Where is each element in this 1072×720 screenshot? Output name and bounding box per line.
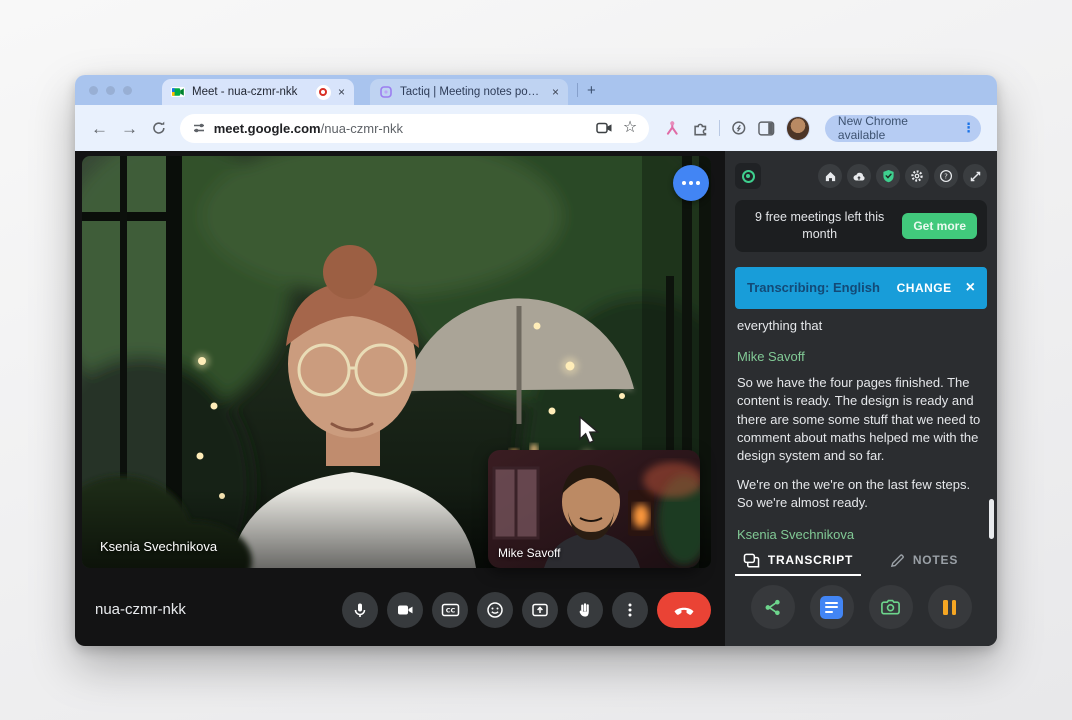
resize-panel-icon[interactable]	[963, 164, 987, 188]
toolbar-divider	[719, 120, 720, 136]
svg-text:?: ?	[944, 173, 948, 181]
transcript-text: We're on the we're on the last few steps…	[737, 476, 985, 513]
browser-toolbar: ← → meet.google.com/nua-czmr-nkk ☆ Ne	[75, 105, 997, 151]
transcript-text: everything that	[737, 317, 985, 335]
transcribing-banner: Transcribing: English CHANGE ×	[735, 267, 987, 309]
recording-indicator-icon	[316, 85, 331, 100]
transcript-speaker: Ksenia Svechnikova	[737, 526, 985, 544]
chat-bubble-button[interactable]	[673, 165, 709, 201]
bookmark-star-icon[interactable]: ☆	[623, 120, 637, 136]
tactiq-sidebar: ? 9 free meetings left this month Get mo…	[725, 151, 997, 646]
self-view-tile[interactable]: Mike Savoff	[488, 450, 700, 568]
get-more-button[interactable]: Get more	[902, 213, 977, 239]
close-banner-icon[interactable]: ×	[966, 280, 975, 296]
transcript-text: So we have the four pages finished. The …	[737, 374, 985, 466]
menu-kebab-icon[interactable]: ⋮	[962, 120, 975, 136]
site-settings-icon[interactable]	[192, 121, 206, 135]
desktop: Meet - nua-czmr-nkk × Tactiq | Meeting n…	[0, 0, 1072, 720]
screenshot-button[interactable]	[869, 585, 913, 629]
tab-transcript-label: TRANSCRIPT	[768, 553, 853, 567]
quota-message: 9 free meetings left this month	[745, 209, 894, 243]
tab-strip: Meet - nua-czmr-nkk × Tactiq | Meeting n…	[75, 75, 997, 105]
export-doc-button[interactable]	[810, 585, 854, 629]
google-meet-icon	[171, 85, 185, 99]
tab-close-icon[interactable]: ×	[552, 85, 559, 99]
reload-icon[interactable]	[151, 120, 167, 136]
help-icon[interactable]: ?	[934, 164, 958, 188]
microphone-button[interactable]	[342, 592, 378, 628]
close-window-icon[interactable]	[89, 86, 98, 95]
self-name-label: Mike Savoff	[498, 546, 560, 560]
mouse-cursor	[578, 416, 604, 446]
minimize-window-icon[interactable]	[106, 86, 115, 95]
back-icon[interactable]: ←	[91, 120, 108, 137]
change-language-button[interactable]: CHANGE	[897, 281, 952, 295]
url-bar[interactable]: meet.google.com/nua-czmr-nkk ☆	[180, 114, 650, 143]
meeting-code: nua-czmr-nkk	[95, 601, 186, 618]
performance-icon[interactable]	[731, 120, 747, 136]
captions-button[interactable]: CC	[432, 592, 468, 628]
tactiq-logo-icon	[735, 163, 761, 189]
transcribing-label: Transcribing: English	[747, 280, 880, 295]
tab-title: Meet - nua-czmr-nkk	[192, 86, 309, 98]
tactiq-header: ?	[735, 161, 987, 191]
sidebar-scrollbar[interactable]	[989, 499, 994, 539]
side-panel-icon[interactable]	[758, 121, 775, 136]
extensions-area: New Chrome available ⋮	[664, 115, 981, 142]
sidebar-actions	[735, 576, 987, 638]
tab-title: Tactiq | Meeting notes power	[400, 86, 545, 98]
tab-tactiq[interactable]: Tactiq | Meeting notes power ×	[370, 79, 568, 105]
tab-divider	[577, 83, 578, 97]
pause-recording-button[interactable]	[928, 585, 972, 629]
tab-meet[interactable]: Meet - nua-czmr-nkk ×	[162, 79, 354, 105]
cloud-sync-icon[interactable]	[847, 164, 871, 188]
more-options-button[interactable]	[612, 592, 648, 628]
privacy-shield-icon[interactable]	[876, 164, 900, 188]
chrome-update-button[interactable]: New Chrome available ⋮	[825, 115, 981, 142]
sidebar-tabs: TRANSCRIPT NOTES	[735, 546, 987, 576]
tab-transcript[interactable]: TRANSCRIPT	[735, 546, 861, 576]
new-tab-button[interactable]: +	[587, 82, 596, 99]
quota-banner: 9 free meetings left this month Get more	[735, 200, 987, 252]
zoom-window-icon[interactable]	[123, 86, 132, 95]
home-icon[interactable]	[818, 164, 842, 188]
url-text[interactable]: meet.google.com/nua-czmr-nkk	[214, 121, 403, 136]
present-screen-button[interactable]	[522, 592, 558, 628]
transcript-speaker: Mike Savoff	[737, 348, 985, 366]
end-call-button[interactable]	[657, 592, 711, 628]
tactiq-tab-icon	[379, 85, 393, 99]
tab-notes-label: NOTES	[913, 553, 958, 567]
tactiq-extension-icon[interactable]	[664, 120, 681, 137]
reactions-button[interactable]	[477, 592, 513, 628]
participant-name-label: Ksenia Svechnikova	[100, 539, 217, 554]
google-docs-icon	[820, 596, 843, 619]
camera-permission-icon[interactable]	[596, 121, 613, 135]
pause-icon	[943, 600, 956, 615]
svg-text:CC: CC	[445, 606, 455, 614]
profile-avatar[interactable]	[786, 116, 810, 141]
meet-stage: Ksenia Svechnikova	[75, 151, 725, 646]
tab-notes[interactable]: NOTES	[861, 546, 987, 576]
share-button[interactable]	[751, 585, 795, 629]
window-controls[interactable]	[89, 86, 132, 95]
page-content: Ksenia Svechnikova	[75, 151, 997, 646]
tab-close-icon[interactable]: ×	[338, 85, 345, 99]
browser-window: Meet - nua-czmr-nkk × Tactiq | Meeting n…	[75, 75, 997, 646]
extensions-puzzle-icon[interactable]	[692, 120, 709, 137]
update-label: New Chrome available	[838, 114, 955, 142]
forward-icon[interactable]: →	[121, 120, 138, 137]
camera-button[interactable]	[387, 592, 423, 628]
settings-gear-icon[interactable]	[905, 164, 929, 188]
meet-control-bar: nua-czmr-nkk CC	[75, 573, 725, 646]
raise-hand-button[interactable]	[567, 592, 603, 628]
transcript-list[interactable]: everything that Mike Savoff So we have the…	[735, 309, 987, 546]
